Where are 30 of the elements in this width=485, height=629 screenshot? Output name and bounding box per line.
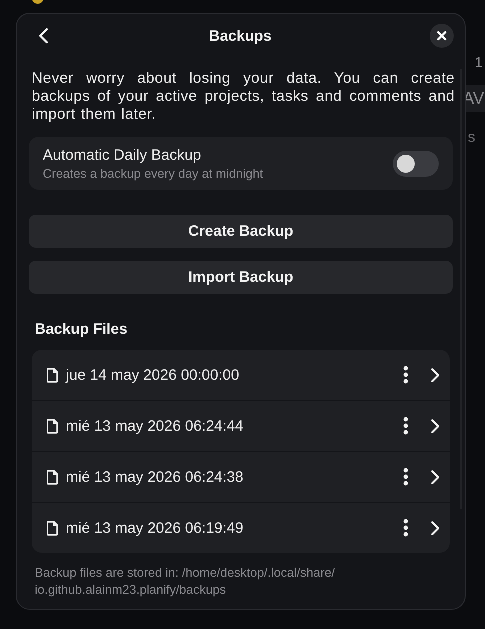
chevron-right-icon[interactable] [431,368,440,382]
dialog-title: Backups [209,28,272,44]
file-icon [47,520,59,536]
file-icon [47,368,59,382]
more-options-icon[interactable] [403,519,409,537]
file-icon [47,470,59,484]
chevron-right-icon[interactable] [431,418,440,434]
count-label: 1 [475,54,483,70]
close-button[interactable] [430,24,454,48]
storage-path-text: Backup files are stored in: /home/desktop/.local/share/ io.github.alainm23.planify/backups [35,565,336,599]
background-label: s [468,129,476,146]
close-icon [437,31,447,41]
description-text: Never worry about losing your data. You can create backups of your active projects, tasks and comments and import them later. [32,70,455,124]
file-name[interactable]: mié 13 may 2026 06:24:38 [66,468,403,486]
toggle-switch[interactable] [393,150,439,176]
file-name[interactable]: mié 13 may 2026 06:24:44 [66,418,403,434]
chevron-right-icon[interactable] [431,520,440,536]
more-options-icon[interactable] [403,417,409,435]
file-name[interactable]: jue 14 may 2026 00:00:00 [66,366,403,384]
setting-title: Automatic Daily Backup [43,146,202,164]
chevron-right-icon[interactable] [431,470,440,484]
section-heading: Backup Files [35,321,129,338]
back-icon[interactable] [37,28,51,44]
file-icon [47,418,59,434]
file-name[interactable]: mié 13 may 2026 06:19:49 [66,520,403,536]
setting-subtitle: Creates a backup every day at midnight [43,166,264,180]
more-options-icon[interactable] [403,468,409,486]
backup-button[interactable]: Import Backup [29,261,453,294]
more-options-icon[interactable] [403,366,409,384]
backup-button[interactable]: Create Backup [29,215,453,248]
